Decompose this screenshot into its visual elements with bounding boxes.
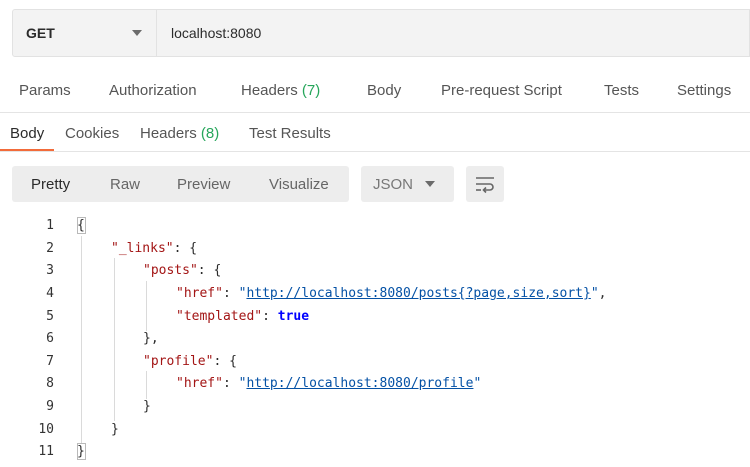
code-line: "href": "http://localhost:8080/posts{?pa… (176, 286, 606, 301)
tab-body[interactable]: Body (367, 82, 401, 99)
code-token: : (222, 286, 239, 301)
response-headers-count-badge: (8) (200, 125, 220, 142)
tab-pre-request-script[interactable]: Pre-request Script (441, 82, 562, 99)
json-key: "href" (176, 376, 223, 391)
indent-guide (146, 371, 147, 399)
tab-tests[interactable]: Tests (604, 82, 639, 99)
json-key: "profile" (143, 354, 214, 369)
code-token: " (590, 286, 599, 301)
code-line: } (111, 422, 119, 437)
code-line: { (77, 218, 85, 233)
wrap-lines-button[interactable] (466, 166, 504, 202)
code-line: "href": "http://localhost:8080/profile" (176, 376, 481, 391)
json-string: "http://localhost:8080/profile" (239, 376, 482, 391)
code-token: , (598, 286, 607, 301)
code-token: { (77, 218, 85, 233)
code-token: : (262, 309, 278, 324)
response-tab-headers-label: Headers (140, 125, 197, 142)
request-tabs: Params Authorization Headers (7) Body Pr… (0, 74, 750, 108)
view-visualize-button[interactable]: Visualize (269, 176, 329, 193)
indent-guide (146, 281, 147, 331)
tab-authorization[interactable]: Authorization (109, 82, 197, 99)
format-select[interactable]: JSON (361, 166, 454, 202)
code-token: }, (143, 331, 159, 346)
response-tab-headers[interactable]: Headers (8) (140, 125, 219, 142)
chevron-down-icon (425, 181, 435, 187)
code-token: } (77, 444, 85, 459)
tab-params[interactable]: Params (19, 82, 71, 99)
code-token: : { (213, 354, 237, 369)
url-input[interactable]: localhost:8080 (157, 10, 749, 56)
line-number: 4 (46, 286, 54, 301)
code-line: } (77, 444, 85, 459)
code-token: : { (197, 263, 222, 278)
view-pretty-button[interactable]: Pretty (31, 176, 70, 193)
url-value: localhost:8080 (171, 25, 262, 41)
line-number: 10 (38, 422, 54, 437)
line-number: 1 (46, 218, 54, 233)
response-tab-test-results[interactable]: Test Results (249, 125, 331, 142)
tab-headers[interactable]: Headers (7) (241, 82, 320, 99)
line-number: 5 (46, 309, 54, 324)
code-line: }, (143, 331, 159, 346)
json-boolean: true (277, 309, 310, 324)
json-key: "templated" (176, 309, 263, 324)
tab-settings[interactable]: Settings (677, 82, 731, 99)
json-string: "http://localhost:8080/posts{?page,size,… (239, 286, 599, 301)
line-number: 8 (46, 376, 54, 391)
code-line: "templated": true (176, 309, 309, 324)
line-number: 6 (46, 331, 54, 346)
divider (0, 112, 750, 113)
indent-guide (81, 236, 82, 444)
code-token: } (111, 422, 119, 437)
line-number: 2 (46, 241, 54, 256)
wrap-lines-icon (476, 177, 494, 194)
code-line: "posts": { (143, 263, 221, 278)
code-token: : (222, 376, 239, 391)
line-number: 11 (38, 444, 54, 459)
code-line: "profile": { (143, 354, 237, 369)
response-tab-body[interactable]: Body (10, 125, 44, 142)
headers-count-badge: (7) (301, 82, 321, 99)
divider (0, 151, 750, 152)
code-line: } (143, 399, 151, 414)
line-number: 9 (46, 399, 54, 414)
response-tab-cookies[interactable]: Cookies (65, 125, 119, 142)
format-label: JSON (373, 176, 414, 193)
response-body-viewer[interactable]: 1 2 3 4 5 6 7 8 9 10 11 { "_links": { "p… (0, 214, 750, 467)
line-number: 3 (46, 263, 54, 278)
profile-link[interactable]: http://localhost:8080/profile (246, 376, 473, 391)
method-select[interactable]: GET (13, 10, 157, 56)
view-raw-button[interactable]: Raw (110, 176, 140, 193)
line-number: 7 (46, 354, 54, 369)
indent-guide (114, 258, 115, 421)
view-mode-switcher: Pretty Raw Preview Visualize (12, 166, 349, 202)
method-label: GET (26, 25, 55, 41)
json-key: "href" (176, 286, 223, 301)
posts-link[interactable]: http://localhost:8080/posts{?page,size,s… (246, 286, 590, 301)
tab-headers-label: Headers (241, 82, 298, 99)
request-url-bar: GET localhost:8080 (12, 9, 750, 57)
json-key: "posts" (143, 263, 198, 278)
chevron-down-icon (132, 30, 142, 36)
code-line: "_links": { (111, 241, 197, 256)
view-preview-button[interactable]: Preview (177, 176, 230, 193)
json-key: "_links" (111, 241, 174, 256)
code-token: : { (173, 241, 198, 256)
code-token: } (143, 399, 151, 414)
code-token: " (473, 376, 482, 391)
